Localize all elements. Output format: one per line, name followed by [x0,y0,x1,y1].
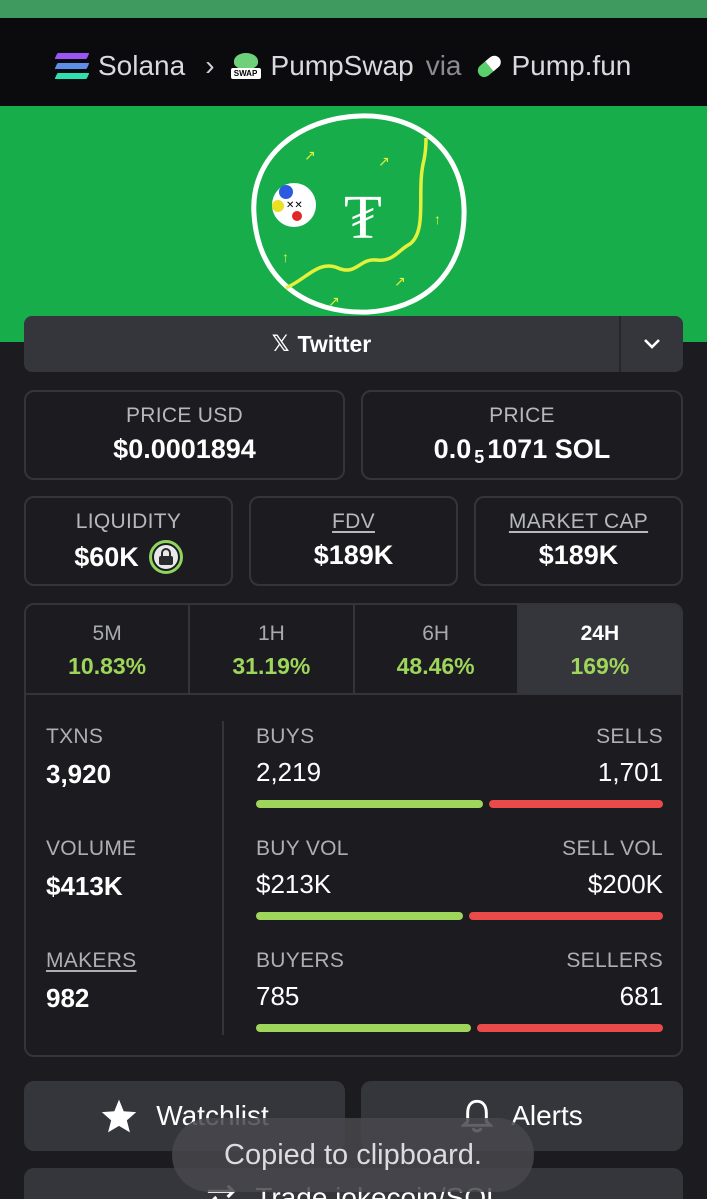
price-sol-card: PRICE 0.0 5 1071 SOL [361,390,683,480]
timeframe-tabs: 5M 10.83% 1H 31.19% 6H 48.46% 24H 169% [26,605,681,695]
pumpswap-icon: SWAP [230,53,261,79]
buys-sells-bar [256,800,663,808]
sellers-bar-fill [476,1024,663,1032]
breadcrumb-launchpad[interactable]: Pump.fun [512,50,632,82]
price-sol-value: 0.0 5 1071 SOL [433,434,611,467]
liquidity-value: $60K [26,540,231,574]
market-cap-label[interactable]: MARKET CAP [476,510,681,534]
liquidity-label: LIQUIDITY [75,510,182,533]
token-logo: ✕✕ ₮ ↗ ↗ ↑ ↗ ↗ ↑ [251,113,467,315]
svg-text:↗: ↗ [304,147,316,163]
svg-text:↗: ↗ [394,273,406,289]
buys-sells-breakdown: BUYS SELLS 2,219 1,701 [256,725,663,808]
pair-title-cut-off [150,28,380,40]
fdv-value: $189K [313,540,394,570]
buy-volume: $213K [256,869,332,899]
breadcrumb-chain[interactable]: Solana [98,50,185,82]
stats-divider [222,721,224,1035]
sell-volume-bar-fill [469,912,663,920]
x-logo-icon: 𝕏 [271,331,290,356]
volume-bar [256,912,663,920]
fdv-card: FDV $189K [249,496,458,586]
tab-24h[interactable]: 24H 169% [518,605,681,693]
sellers-count: 681 [619,981,663,1011]
fdv-label[interactable]: FDV [251,510,456,534]
buy-volume-bar-fill [256,912,463,920]
price-usd-label: PRICE USD [125,404,244,427]
tab-6h[interactable]: 6H 48.46% [355,605,519,693]
makers-breakdown: BUYERS SELLERS 785 681 [256,949,663,1032]
svg-text:✕✕: ✕✕ [286,200,303,211]
makers-label[interactable]: MAKERS [46,949,137,973]
svg-text:↑: ↑ [282,249,289,265]
solana-icon [54,53,90,79]
svg-text:↗: ↗ [328,293,340,309]
breadcrumb: Solana › SWAP PumpSwap via Pump.fun [54,46,632,86]
top-status-strip [0,0,707,18]
sell-volume: $200K [587,869,663,899]
volume-stat: VOLUME $413K [46,837,137,901]
volume-breakdown: BUY VOL SELL VOL $213K $200K [256,837,663,920]
buyers-count: 785 [256,981,300,1011]
svg-text:↑: ↑ [434,211,441,227]
buyers-bar-fill [256,1024,471,1032]
svg-text:₮: ₮ [344,180,382,253]
socials-dropdown-button[interactable] [619,316,683,372]
liquidity-card: LIQUIDITY $60K [24,496,233,586]
chevron-down-icon [644,339,660,349]
breadcrumb-via: via [425,50,462,81]
star-icon [100,1098,138,1134]
txns-stat: TXNS 3,920 [46,725,112,789]
makers-bar [256,1024,663,1032]
svg-text:↗: ↗ [378,153,390,169]
pumpfun-pill-icon [470,48,507,85]
tab-5m[interactable]: 5M 10.83% [26,605,191,693]
breadcrumb-dex[interactable]: PumpSwap [271,50,414,82]
sells-count: 1,701 [597,757,663,787]
price-usd-value: $0.0001894 [113,434,256,464]
sells-bar-fill [489,800,663,808]
price-usd-card: PRICE USD $0.0001894 [24,390,345,480]
price-sol-label: PRICE [489,404,555,427]
market-cap-value: $189K [538,540,619,570]
chevron-right-icon: › [205,50,215,81]
tab-1h[interactable]: 1H 31.19% [190,605,355,693]
clipboard-toast: Copied to clipboard. [172,1118,534,1192]
buys-count: 2,219 [256,757,322,787]
twitter-button[interactable]: 𝕏 Twitter [24,316,619,372]
liquidity-lock-icon[interactable] [148,540,183,574]
trading-stats-panel: 5M 10.83% 1H 31.19% 6H 48.46% 24H 169% TXNS 3… [24,603,683,1057]
pair-header: Solana › SWAP PumpSwap via Pump.fun [0,18,707,106]
buys-bar-fill [256,800,484,808]
market-cap-card: MARKET CAP $189K [474,496,683,586]
makers-stat: MAKERS 982 [46,949,137,1013]
twitter-label: Twitter [297,330,372,357]
socials-bar: 𝕏 Twitter [24,316,683,372]
